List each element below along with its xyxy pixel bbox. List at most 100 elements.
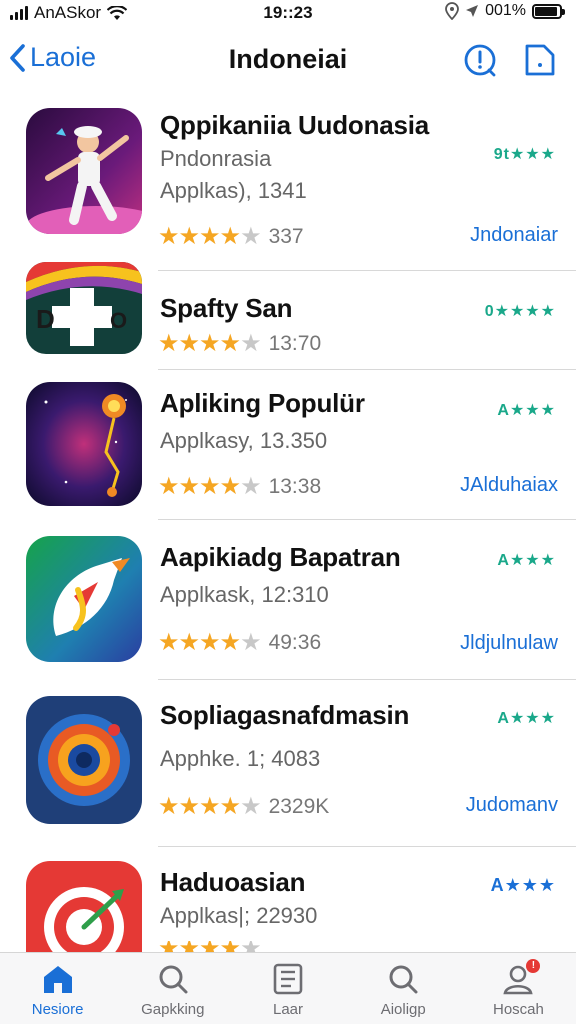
star-filled-icon: ★ [178,223,200,250]
tab-label: Aioligp [380,1001,426,1018]
nav-bar: Laoie Indoneiai [0,30,576,92]
document-icon [525,44,555,76]
rating-count: 13:38 [268,474,322,498]
rating: ★ ★ ★ ★ ★ 13:70 [158,329,321,358]
battery-fill [535,6,557,16]
app-badge: A★★★ [497,710,556,727]
search-icon [155,961,191,997]
nav-actions [462,42,558,78]
app-icon-dancer [26,108,142,234]
app-badge: 0★★★★ [484,303,556,320]
list-item[interactable]: Sopliagasnafdmasin Apphke. 1; 4083 ★ ★ ★ ★ ★… [0,680,576,847]
app-subtitle: Applkasy, 13.350 [160,428,328,453]
star-rating: ★ ★ ★ ★ ★ [158,222,262,251]
carrier-label: AnASkor [34,3,102,22]
star-filled-icon: ★ [219,330,241,357]
tab-label: Laar [272,1001,304,1018]
star-rating: ★ ★ ★ ★ ★ [158,329,262,358]
app-badge: A★★★ [497,552,556,569]
star-filled-icon: ★ [158,473,179,500]
app-link[interactable]: Judomanv [466,794,558,817]
star-filled-icon: ★ [199,223,220,250]
app-category: Pndonrasia [160,146,272,171]
star-filled-icon: ★ [158,330,179,357]
star-filled-icon: ★ [178,629,200,656]
rating-count: 13:70 [268,331,322,355]
tab-label: Gapkking [141,1001,205,1018]
star-filled-icon: ★ [178,473,200,500]
star-rating: ★ ★ ★ ★ ★ [158,628,262,657]
star-empty-icon: ★ [240,473,261,500]
tab-store[interactable]: Nesiore [0,953,115,1024]
list-item[interactable]: Aapikiadg Bapatran Applkask, 12:310 ★ ★ ★ ★… [0,520,576,680]
star-filled-icon: ★ [219,793,241,820]
star-rating: ★ ★ ★ ★ ★ [158,472,262,501]
share-button[interactable] [522,42,558,78]
star-filled-icon: ★ [199,793,220,820]
info-circle-icon [464,44,496,77]
app-name: Aapikiadg Bapatran [160,542,401,572]
app-name: Spafty San [160,293,293,323]
star-empty-icon: ★ [240,629,261,656]
list-item[interactable]: Haduoasian Applkas|; 22930 ★ ★ ★ ★ ★ A★★★ [0,847,576,957]
rating: ★ ★ ★ ★ ★ 49:36 [158,628,321,657]
rating: ★ ★ ★ ★ ★ 13:38 [158,472,321,501]
home-icon [40,961,76,997]
svg-text:O: O [110,308,127,333]
list-item[interactable]: Qppikaniia Uudonasia Pndonrasia Applkas)… [0,98,576,271]
app-subtitle: Apphke. 1; 4083 [160,746,321,771]
battery-percent: 001% [485,2,526,19]
star-empty-icon: ★ [240,223,261,250]
back-button[interactable]: Laoie [8,42,96,73]
star-filled-icon: ★ [219,223,241,250]
rating-count: 337 [268,224,304,248]
star-filled-icon: ★ [158,629,179,656]
tab-list[interactable]: Laar [230,953,345,1024]
star-filled-icon: ★ [199,330,220,357]
app-icon-bird [26,536,142,662]
app-link[interactable]: Jldjulnulaw [460,632,558,655]
app-name: Haduoasian [160,867,306,897]
list-icon [270,961,306,997]
signal-icon [10,6,28,20]
back-label: Laoie [30,42,97,72]
chevron-left-icon [10,43,25,72]
location-pin-icon [445,2,459,20]
star-filled-icon: ★ [158,223,179,250]
star-filled-icon: ★ [178,793,200,820]
app-link[interactable]: Jndonaiar [470,224,558,247]
star-filled-icon: ★ [219,473,241,500]
svg-text:D: D [36,304,55,334]
star-filled-icon: ★ [199,473,220,500]
star-filled-icon: ★ [199,629,220,656]
list-item[interactable]: D O Spafty San ★ ★ ★ ★ ★ 13:70 0★★★★ [0,262,576,370]
rating-count: 2329K [268,794,330,818]
tab-search-2[interactable]: Aioligp [346,953,461,1024]
info-button[interactable] [462,42,498,78]
tab-label: Nesiore [31,1001,84,1018]
app-icon-target [26,696,142,824]
app-link[interactable]: JAlduhaiax [460,474,558,497]
star-filled-icon: ★ [158,793,179,820]
tab-profile[interactable]: ! Hoscah [461,953,576,1024]
status-bar: AnASkor 19::23 001% [0,0,576,26]
app-name: Apliking Populür [160,388,365,418]
status-left: AnASkor [10,3,128,23]
star-empty-icon: ★ [240,330,261,357]
app-subtitle: Applkas|; 22930 [160,903,318,928]
app-name: Sopliagasnafdmasin [160,700,410,730]
star-rating: ★ ★ ★ ★ ★ [158,792,262,821]
list-item[interactable]: Apliking Populür Applkasy, 13.350 ★ ★ ★ ★ ★ … [0,370,576,520]
rating: ★ ★ ★ ★ ★ 337 [158,222,304,251]
star-filled-icon: ★ [219,629,241,656]
location-arrow-icon [466,5,479,17]
app-icon-cross: D O [26,262,142,354]
battery-icon [532,3,565,19]
tab-search[interactable]: Gapkking [115,953,230,1024]
app-icon-arrow [26,861,142,957]
app-subtitle: Applkask, 12:310 [160,582,329,607]
status-right: 001% [445,2,565,20]
star-filled-icon: ★ [178,330,200,357]
star-empty-icon: ★ [240,793,261,820]
app-list: Qppikaniia Uudonasia Pndonrasia Applkas)… [0,98,576,957]
